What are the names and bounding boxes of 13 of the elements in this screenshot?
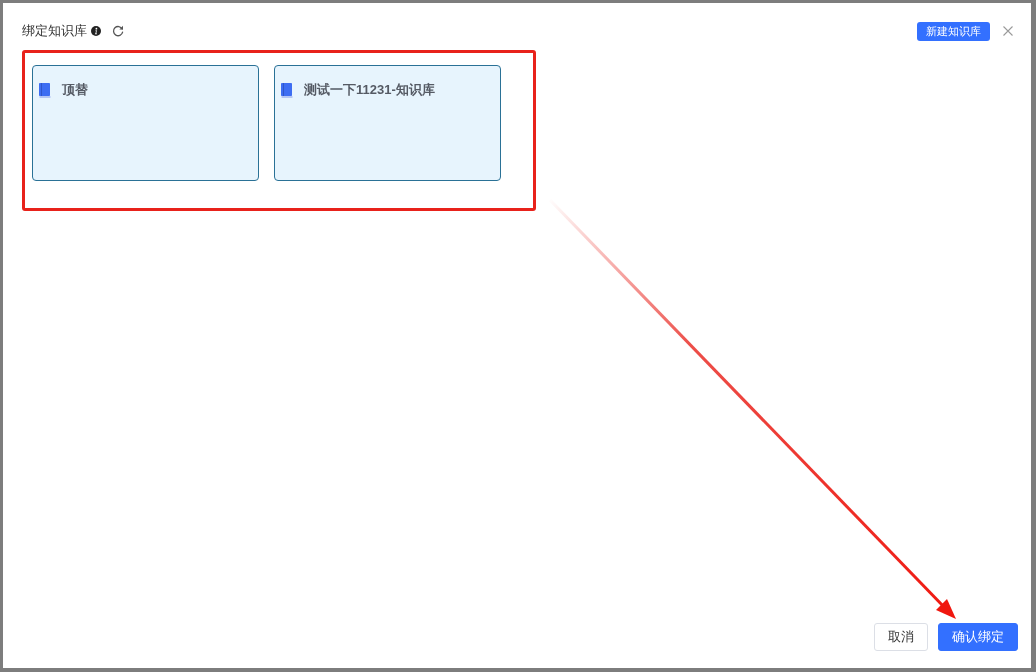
knowledge-base-card[interactable]: 测试一下11231-知识库 [274,65,501,181]
new-knowledge-base-button[interactable]: 新建知识库 [917,21,990,41]
close-icon[interactable] [1003,26,1013,36]
knowledge-base-name: 测试一下11231-知识库 [304,81,435,99]
info-icon[interactable] [91,26,101,36]
knowledge-base-card[interactable]: 顶替 [32,65,259,181]
cancel-button[interactable]: 取消 [874,623,928,651]
confirm-button[interactable]: 确认绑定 [938,623,1018,651]
knowledge-base-name: 顶替 [62,81,88,99]
book-icon [281,82,293,98]
dialog-title: 绑定知识库 [22,22,87,40]
refresh-icon[interactable] [112,25,124,37]
book-icon [39,82,51,98]
